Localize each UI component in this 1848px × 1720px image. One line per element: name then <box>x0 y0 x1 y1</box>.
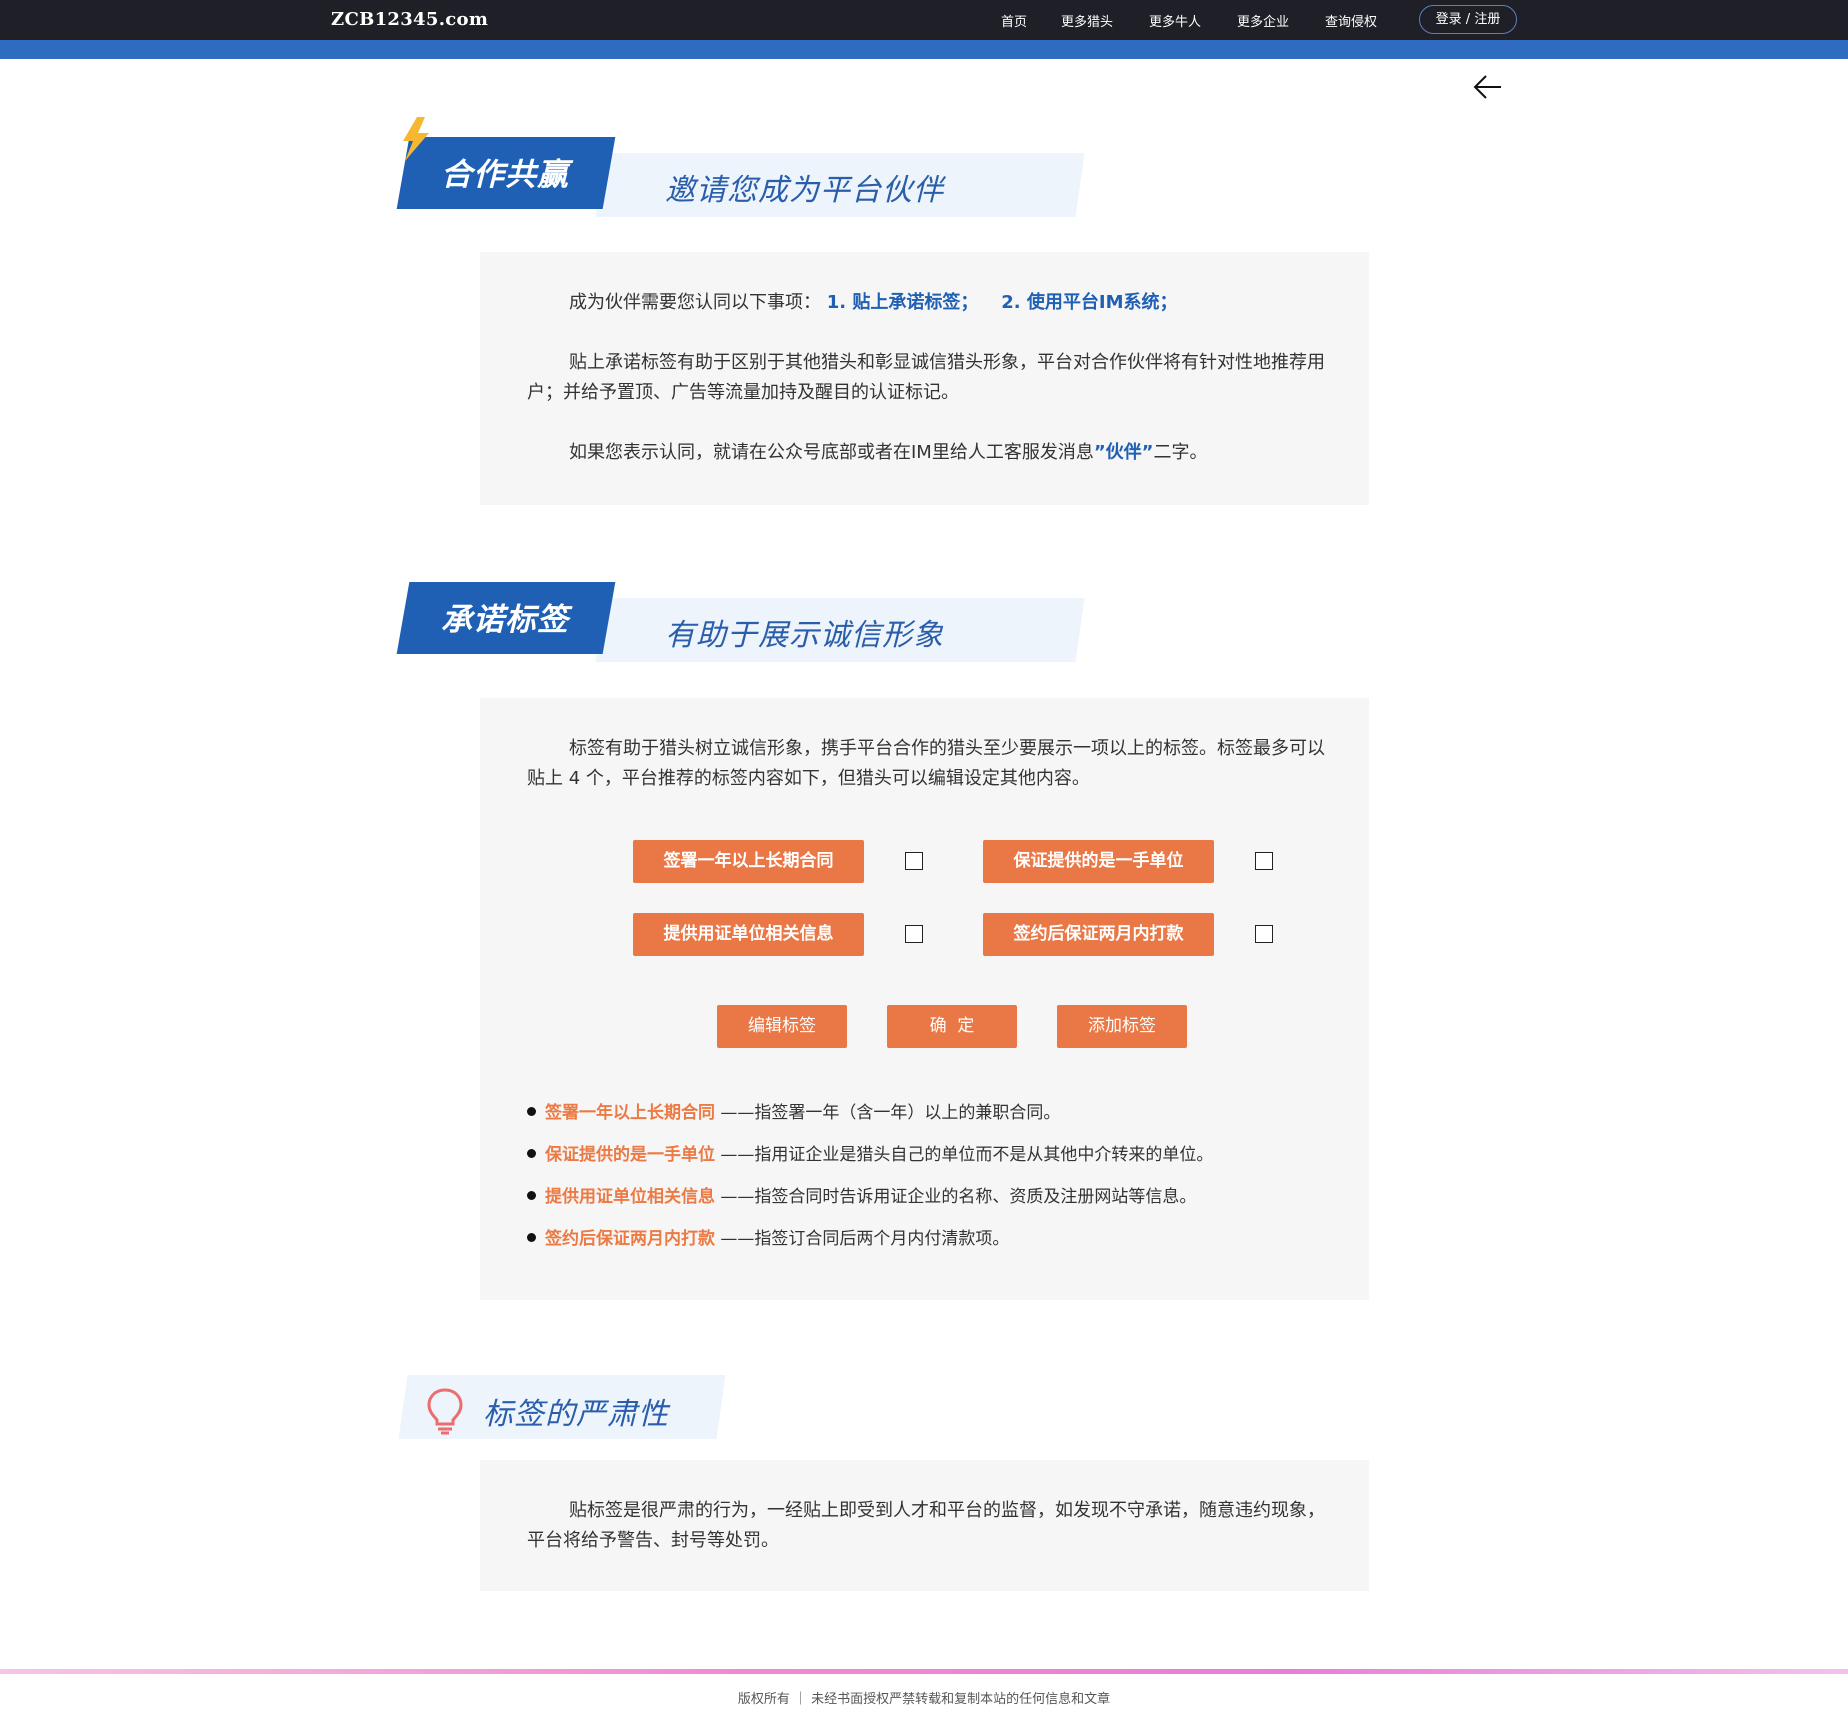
requirements-line: 成为伙伴需要您认同以下事项： 1. 贴上承诺标签； 2. 使用平台IM系统； <box>527 288 1327 318</box>
bullet-term: 签署一年以上长期合同 <box>545 1103 715 1123</box>
bullet-dot <box>527 1232 536 1242</box>
seriousness-text: 贴标签是很严肃的行为，一经贴上即受到人才和平台的监督，如发现不守承诺，随意违约现… <box>527 1500 1325 1551</box>
section-header-cooperation: 合作共赢 邀请您成为平台伙伴 <box>395 117 1085 217</box>
requirements-prefix: 成为伙伴需要您认同以下事项： <box>569 292 821 313</box>
seriousness-box: 贴标签是很严肃的行为，一经贴上即受到人才和平台的监督，如发现不守承诺，随意违约现… <box>480 1460 1369 1591</box>
list-item: 签约后保证两月内打款 ——指签订合同后两个月内付清款项。 <box>527 1224 1347 1266</box>
bullet-desc: ——指用证企业是猎头自己的单位而不是从其他中介转来的单位。 <box>720 1145 1214 1165</box>
section-subtitle: 邀请您成为平台伙伴 <box>665 173 944 208</box>
footer-copyright: 版权所有 ｜ 未经书面授权严禁转载和复制本站的任何信息和文章 <box>737 1692 1111 1707</box>
bullet-term: 提供用证单位相关信息 <box>545 1187 715 1207</box>
requirement-item-1: 1. 贴上承诺标签； <box>826 292 979 313</box>
partner-requirements-box: 成为伙伴需要您认同以下事项： 1. 贴上承诺标签； 2. 使用平台IM系统； 贴… <box>480 252 1369 505</box>
tag-long-term-contract[interactable]: 签署一年以上长期合同 <box>633 840 864 883</box>
nav-more-talents[interactable]: 更多牛人 <box>1149 11 1201 30</box>
header-accent-bar <box>0 40 1848 59</box>
instruction-keyword: ”伙伴” <box>1093 442 1154 463</box>
list-item: 提供用证单位相关信息 ——指签合同时告诉用证企业的名称、资质及注册网站等信息。 <box>527 1182 1347 1224</box>
instruction-prefix: 如果您表示认同，就请在公众号底部或者在IM里给人工客服发消息 <box>569 442 1094 463</box>
list-item: 签署一年以上长期合同 ——指签署一年（含一年）以上的兼职合同。 <box>527 1098 1347 1140</box>
login-register-button[interactable]: 登录 / 注册 <box>1419 5 1517 34</box>
bullet-desc: ——指签订合同后两个月内付清款项。 <box>720 1229 1010 1249</box>
site-brand[interactable]: ZCB12345.com <box>331 9 488 30</box>
section-title: 承诺标签 <box>441 602 569 638</box>
partner-instruction-line: 如果您表示认同，就请在公众号底部或者在IM里给人工客服发消息”伙伴”二字。 <box>527 438 1327 468</box>
tag-definitions-list: 签署一年以上长期合同 ——指签署一年（含一年）以上的兼职合同。 保证提供的是一手… <box>527 1098 1347 1266</box>
tag-checkbox-1[interactable] <box>905 852 923 870</box>
footer-divider <box>0 1669 1848 1674</box>
bullet-dot <box>527 1190 536 1200</box>
nav-query-infringement[interactable]: 查询侵权 <box>1325 11 1377 30</box>
tag-payment-in-two-months[interactable]: 签约后保证两月内打款 <box>983 913 1214 956</box>
edit-tags-button[interactable]: 编辑标签 <box>717 1005 847 1048</box>
top-nav-bar: ZCB12345.com 首页 更多猎头 更多牛人 更多企业 查询侵权 登录 /… <box>0 0 1848 40</box>
nav-more-companies[interactable]: 更多企业 <box>1237 11 1289 30</box>
section-title: 合作共赢 <box>441 157 569 193</box>
tag-checkbox-2[interactable] <box>1255 852 1273 870</box>
bullet-dot <box>527 1106 536 1116</box>
lightning-icon <box>403 117 429 161</box>
confirm-button[interactable]: 确 定 <box>887 1005 1017 1048</box>
requirement-item-2: 2. 使用平台IM系统； <box>1001 292 1178 313</box>
tag-checkbox-3[interactable] <box>905 925 923 943</box>
tags-intro-text: 标签有助于猎头树立诚信形象，携手平台合作的猎头至少要展示一项以上的标签。标签最多… <box>527 738 1325 789</box>
bullet-desc: ——指签合同时告诉用证企业的名称、资质及注册网站等信息。 <box>720 1187 1197 1207</box>
section-header-commitment-tags: 承诺标签 有助于展示诚信形象 <box>395 562 1085 662</box>
bullet-term: 签约后保证两月内打款 <box>545 1229 715 1249</box>
lightbulb-icon <box>427 1388 463 1435</box>
section-header-seriousness: 标签的严肃性 <box>395 1375 726 1441</box>
tag-checkbox-4[interactable] <box>1255 925 1273 943</box>
add-tag-button[interactable]: 添加标签 <box>1057 1005 1187 1048</box>
tag-first-hand-unit[interactable]: 保证提供的是一手单位 <box>983 840 1214 883</box>
partner-benefits-text: 贴上承诺标签有助于区别于其他猎头和彰显诚信猎头形象，平台对合作伙伴将有针对性地推… <box>527 352 1325 403</box>
section-subtitle: 标签的严肃性 <box>483 1397 669 1432</box>
tag-provide-unit-info[interactable]: 提供用证单位相关信息 <box>633 913 864 956</box>
bullet-desc: ——指签署一年（含一年）以上的兼职合同。 <box>720 1103 1061 1123</box>
bullet-dot <box>527 1148 536 1158</box>
back-arrow-icon[interactable] <box>1473 74 1503 100</box>
commitment-tags-box: 标签有助于猎头树立诚信形象，携手平台合作的猎头至少要展示一项以上的标签。标签最多… <box>480 698 1369 1300</box>
nav-more-headhunters[interactable]: 更多猎头 <box>1061 11 1113 30</box>
section-subtitle: 有助于展示诚信形象 <box>665 618 944 653</box>
bullet-term: 保证提供的是一手单位 <box>545 1145 715 1165</box>
instruction-suffix: 二字。 <box>1153 442 1208 463</box>
nav-home[interactable]: 首页 <box>1001 11 1027 30</box>
list-item: 保证提供的是一手单位 ——指用证企业是猎头自己的单位而不是从其他中介转来的单位。 <box>527 1140 1347 1182</box>
